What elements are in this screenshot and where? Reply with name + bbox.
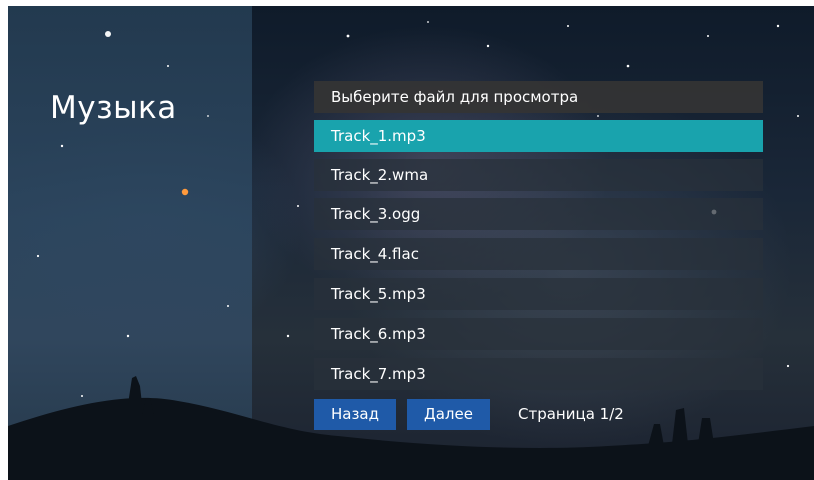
file-item-4[interactable]: Track_4.flac: [314, 238, 763, 270]
page-title: Музыка: [50, 90, 177, 126]
file-list-header: Выберите файл для просмотра: [314, 81, 763, 113]
back-button[interactable]: Назад: [314, 399, 396, 430]
file-item-3[interactable]: Track_3.ogg: [314, 198, 763, 230]
file-item-6[interactable]: Track_6.mp3: [314, 318, 763, 350]
next-button[interactable]: Далее: [407, 399, 490, 430]
file-item-7[interactable]: Track_7.mp3: [314, 358, 763, 390]
music-screen: Музыка Выберите файл для просмотра Track…: [8, 6, 814, 480]
file-item-1[interactable]: Track_1.mp3: [314, 120, 763, 152]
file-item-5[interactable]: Track_5.mp3: [314, 278, 763, 310]
file-item-2[interactable]: Track_2.wma: [314, 159, 763, 191]
page-indicator: Страница 1/2: [518, 405, 624, 423]
